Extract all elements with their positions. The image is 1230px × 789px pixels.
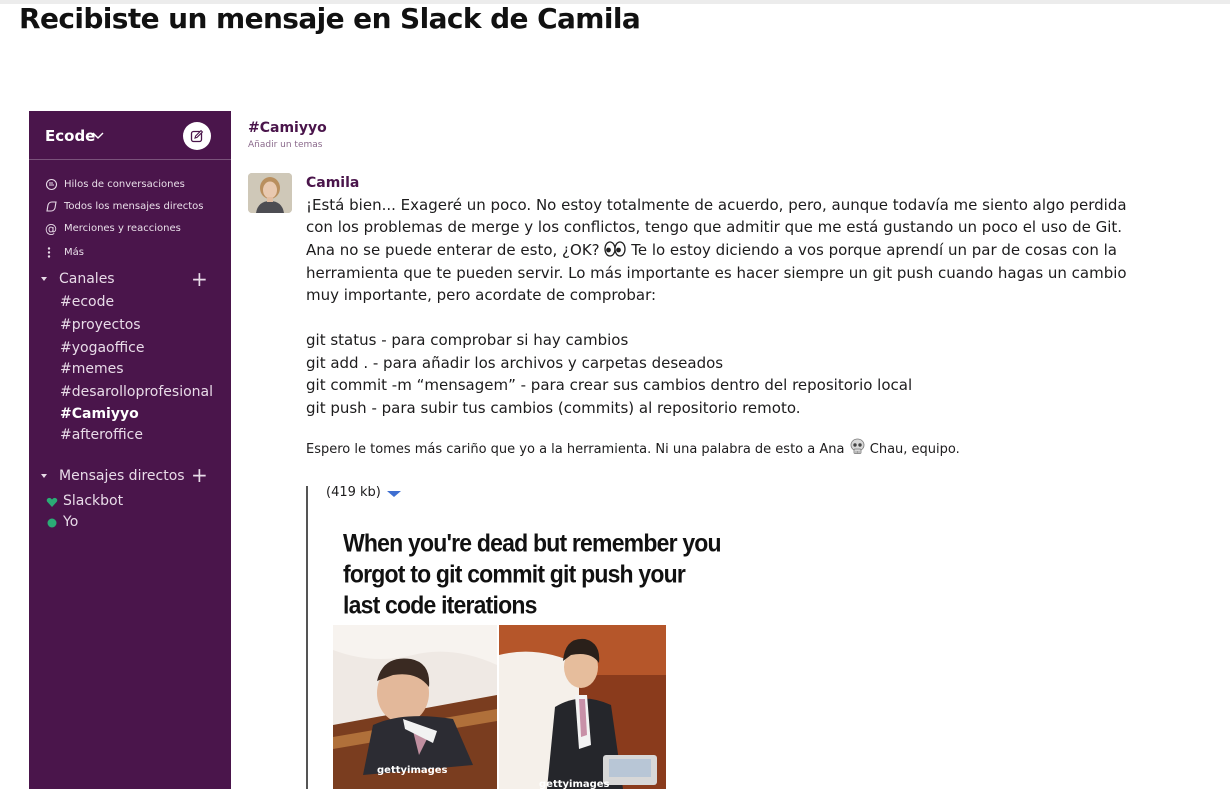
channel-ecode[interactable]: #ecode xyxy=(60,294,114,310)
message-text: Espero le tomes más cariño que yo a la h… xyxy=(306,442,845,457)
mentions-icon: @ xyxy=(45,222,57,235)
nav-more-label: Más xyxy=(64,247,84,258)
meme-caption-line: When you're dead but remember you xyxy=(343,529,722,558)
direct-messages-icon xyxy=(46,201,57,212)
compose-button[interactable] xyxy=(183,122,211,150)
sidebar: Ecode Hilos de conversaciones Todos los … xyxy=(29,111,231,789)
caret-down-icon xyxy=(41,277,47,281)
channel-title[interactable]: #Camiyyo xyxy=(248,120,327,136)
attachment-size: (419 kb) xyxy=(326,485,381,500)
meme-photo-right: gettyimages xyxy=(499,625,666,789)
command-line: git status - para comprobar si hay cambi… xyxy=(306,331,629,349)
nav-all-dms-label: Todos los mensajes directos xyxy=(64,201,204,212)
message-line: herramienta que te pueden servir. Lo más… xyxy=(306,264,1127,282)
skull-emoji-icon xyxy=(850,438,865,454)
heart-icon xyxy=(46,497,58,507)
presence-dot-icon xyxy=(47,518,57,528)
channel-memes[interactable]: #memes xyxy=(60,361,124,377)
meme-caption-line: last code iterations xyxy=(343,591,537,620)
svg-text:@: @ xyxy=(45,222,57,235)
dm-yo-label: Yo xyxy=(63,514,79,530)
caret-down-icon xyxy=(41,474,47,478)
meme-image[interactable]: When you're dead but remember you forgot… xyxy=(333,520,722,789)
message-line: muy importante, pero acordate de comprob… xyxy=(306,286,657,304)
workspace-header[interactable]: Ecode xyxy=(29,111,231,160)
channel-desarolloprofesional[interactable]: #desarolloprofesional xyxy=(60,384,213,400)
attachment-border xyxy=(306,486,308,789)
command-line: git commit -m “mensagem” - para crear su… xyxy=(306,376,913,394)
message-closing: Espero le tomes más cariño que yo a la h… xyxy=(306,438,960,457)
page-heading: Recibiste un mensaje en Slack de Camila xyxy=(19,2,641,35)
eyes-emoji-icon xyxy=(604,241,627,257)
channel-proyectos[interactable]: #proyectos xyxy=(60,317,141,333)
channel-yogaoffice[interactable]: #yogaoffice xyxy=(60,340,144,356)
meme-watermark: gettyimages xyxy=(377,765,448,776)
caret-down-icon[interactable] xyxy=(387,491,401,497)
message-author[interactable]: Camila xyxy=(306,175,359,191)
channel-camiyyo[interactable]: #Camiyyo xyxy=(60,406,139,422)
compose-icon xyxy=(190,129,204,143)
nav-mentions-label: Merciones y reacciones xyxy=(64,223,181,234)
message-line: Ana no se puede enterar de esto, ¿OK? Te… xyxy=(306,241,1117,259)
message-line: con los problemas de merge y los conflic… xyxy=(306,218,1123,236)
message-text: Chau, equipo. xyxy=(869,442,960,457)
dms-section-title: Mensajes directos xyxy=(59,468,185,484)
add-dm-button[interactable]: + xyxy=(191,465,208,485)
threads-icon xyxy=(45,178,58,191)
channel-topic[interactable]: Añadir un temas xyxy=(248,140,322,150)
more-icon xyxy=(47,247,51,258)
meme-photo-left: gettyimages xyxy=(333,625,497,789)
message-text: Ana no se puede enterar de esto, ¿OK? xyxy=(306,241,600,259)
channels-section-title: Canales xyxy=(59,271,115,287)
chevron-down-icon[interactable] xyxy=(91,128,105,142)
meme-caption-line: forgot to git commit git push your xyxy=(343,560,686,589)
message-text: Te lo estoy diciendo a vos porque aprend… xyxy=(631,241,1117,259)
avatar[interactable] xyxy=(248,173,292,213)
nav-threads-label: Hilos de conversaciones xyxy=(64,179,185,190)
add-channel-button[interactable]: + xyxy=(191,269,208,289)
command-line: git add . - para añadir los archivos y c… xyxy=(306,354,724,372)
channel-afteroffice[interactable]: #afteroffice xyxy=(60,427,143,443)
meme-watermark: gettyimages xyxy=(539,779,610,789)
workspace-name[interactable]: Ecode xyxy=(45,127,95,145)
message-line: ¡Está bien... Exageré un poco. No estoy … xyxy=(306,196,1127,214)
dm-slackbot-label: Slackbot xyxy=(63,493,124,509)
avatar-photo xyxy=(248,173,292,213)
command-line: git push - para subir tus cambios (commi… xyxy=(306,399,801,417)
